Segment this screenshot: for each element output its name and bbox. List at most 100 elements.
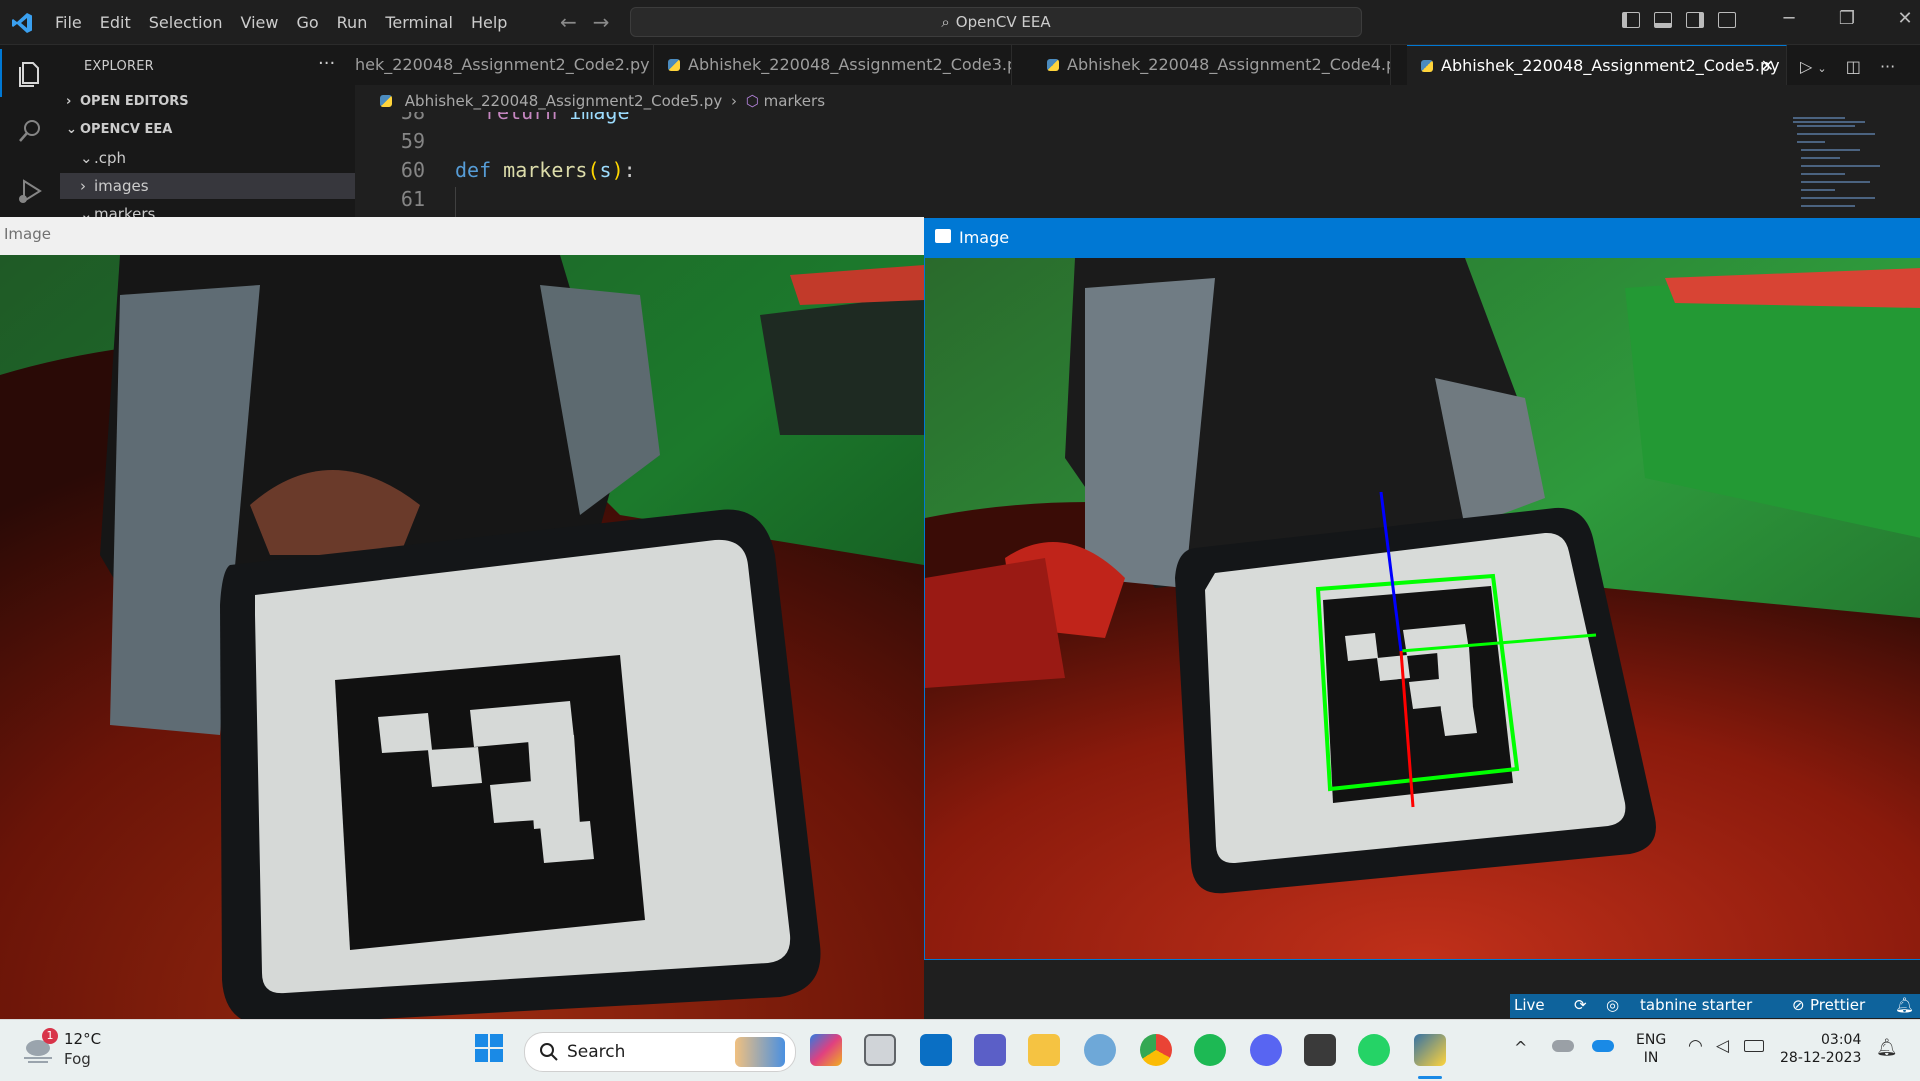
code-text: : [623,158,636,182]
search-icon[interactable] [14,115,46,147]
chrome-icon[interactable] [1140,1034,1172,1066]
opencv-window-annotated[interactable]: Image [924,218,1920,960]
copilot-icon[interactable] [810,1034,842,1066]
spotify-icon[interactable] [1194,1034,1226,1066]
tab-code2[interactable]: hek_220048_Assignment2_Code2.py [355,45,654,85]
breadcrumb: Abhishek_220048_Assignment2_Code5.py › ⬡… [380,92,825,110]
game-app-icon[interactable] [1304,1034,1336,1066]
tabnine-status[interactable]: tabnine starter [1640,996,1752,1014]
code-keyword: return [485,112,558,124]
close-tab-icon[interactable]: ✕ [1761,46,1774,85]
onedrive-business-icon[interactable] [1592,1040,1614,1052]
weather-temp: 12°C [64,1030,102,1048]
line-number: 60 [400,158,425,182]
close-icon[interactable]: ✕ [1876,8,1920,29]
bell-icon[interactable]: 🔔︎ [1895,996,1914,1014]
window-title: Image [959,228,1010,247]
menu-file[interactable]: File [46,13,91,32]
axis-y-line [1399,650,1415,808]
explorer-title: EXPLORER [84,59,154,74]
open-editors-section[interactable]: › OPEN EDITORS [60,89,361,115]
chevron-up-icon[interactable]: ^ [1514,1038,1527,1057]
restore-icon[interactable]: ❐ [1818,8,1876,29]
toggle-panel-icon[interactable] [1654,12,1672,28]
python-app-icon[interactable] [1414,1034,1446,1066]
windows-start-icon[interactable] [474,1033,504,1063]
sync-icon[interactable]: ⟳ [1574,996,1587,1014]
tab-label: hek_220048_Assignment2_Code2.py [355,55,650,74]
chevron-right-icon: › [731,92,737,110]
live-server-status[interactable]: Live [1514,996,1545,1014]
tree-item-cph[interactable]: ⌄.cph [60,145,375,171]
taskbar-search[interactable]: Search [524,1032,796,1072]
forward-arrow-icon[interactable]: → [593,10,610,34]
onedrive-personal-icon[interactable] [1552,1040,1574,1052]
menu-bar: File Edit Selection View Go Run Terminal… [46,0,516,44]
workspace-folder[interactable]: ⌄ OPENCV EEA [60,117,361,143]
breadcrumb-symbol[interactable]: markers [764,92,825,110]
menu-go[interactable]: Go [287,13,327,32]
tree-item-images[interactable]: › images [60,173,375,199]
menu-view[interactable]: View [232,13,288,32]
window-controls: ─ ❐ ✕ [1760,8,1920,29]
wifi-icon[interactable]: ◠ [1688,1036,1703,1056]
more-actions-icon[interactable]: ··· [1880,57,1895,76]
code-function: markers [503,158,588,182]
tab-code5[interactable]: Abhishek_220048_Assignment2_Code5.py ✕ [1407,45,1787,85]
active-indicator [0,49,2,97]
system-clock[interactable]: 03:04 28-12-2023 [1780,1031,1861,1067]
split-editor-icon[interactable]: ◫ [1846,57,1861,76]
edge-like-app-icon[interactable] [1084,1034,1116,1066]
toggle-secondary-sidebar-icon[interactable] [1686,12,1704,28]
discord-icon[interactable] [1250,1034,1282,1066]
task-view-icon[interactable] [864,1034,896,1066]
minimize-icon[interactable]: ─ [1760,8,1818,29]
run-file-icon[interactable]: ▷ [1800,57,1812,76]
lang-code: ENG [1636,1032,1667,1048]
chevron-down-icon[interactable]: ⌄ [1817,62,1826,75]
minimap[interactable] [1785,112,1905,217]
whatsapp-icon[interactable] [1358,1034,1390,1066]
menu-help[interactable]: Help [462,13,516,32]
input-language[interactable]: ENG IN [1636,1031,1666,1067]
copilot-icon[interactable]: ◎ [1606,996,1619,1014]
search-icon [540,1043,558,1061]
python-file-icon [1421,60,1433,72]
code-editor[interactable]: 58 return image 59 60 def markers(s): 61 [355,112,1780,217]
menu-terminal[interactable]: Terminal [376,13,462,32]
camera-scene-image [0,255,924,1019]
more-actions-icon[interactable]: ··· [318,53,335,74]
notification-bell-icon[interactable]: 🔔︎ [1876,1038,1898,1058]
menu-selection[interactable]: Selection [140,13,232,32]
prettier-check-icon: ⊘ [1792,996,1805,1014]
tab-code4[interactable]: Abhishek_220048_Assignment2_Code4.py [1033,45,1391,85]
battery-icon[interactable] [1744,1040,1764,1052]
code-line: return image [485,112,630,124]
menu-edit[interactable]: Edit [91,13,140,32]
customize-layout-icon[interactable] [1718,12,1736,28]
breadcrumb-file[interactable]: Abhishek_220048_Assignment2_Code5.py [405,92,722,110]
tab-code3[interactable]: Abhishek_220048_Assignment2_Code3.py [654,45,1012,85]
opencv-window-raw[interactable]: Image [0,217,924,1019]
teams-icon[interactable] [974,1034,1006,1066]
python-file-icon [1047,59,1059,71]
axis-x-line [1400,633,1597,653]
command-center[interactable]: ⌕ OpenCV EEA [630,7,1362,37]
run-debug-icon[interactable] [14,175,46,207]
volume-icon[interactable]: ◁ [1716,1036,1729,1056]
file-explorer-icon[interactable] [1028,1034,1060,1066]
toggle-primary-sidebar-icon[interactable] [1622,12,1640,28]
indent-guide [455,187,456,217]
explorer-files-icon[interactable] [14,57,46,89]
editor-actions: ▷ ⌄ ◫ ··· [1800,57,1895,76]
menu-run[interactable]: Run [328,13,377,32]
window-title: Image [4,225,51,243]
search-label: Search [567,1042,626,1062]
status-bar: Live ⟳ ◎ tabnine starter ⊘ Prettier 🔔︎ [1510,994,1920,1018]
chevron-down-icon: ⌄ [66,122,77,137]
windows-taskbar: 1 12°C Fog Search ^ ENG IN ◠ ◁ 03:04 28-… [0,1019,1920,1081]
prettier-status[interactable]: Prettier [1810,996,1865,1014]
vscode-taskbar-icon[interactable] [920,1034,952,1066]
code-arg: s [599,158,612,182]
back-arrow-icon[interactable]: ← [560,10,577,34]
